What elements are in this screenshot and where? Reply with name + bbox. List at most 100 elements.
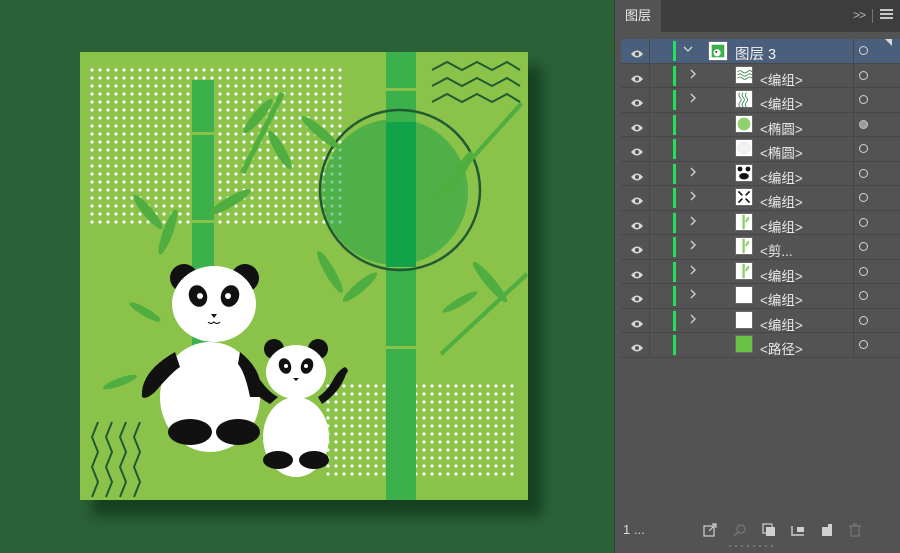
panda-illustration[interactable]: [80, 52, 528, 500]
layer-color-bar: [673, 261, 676, 282]
new-sublayer-icon[interactable]: [791, 523, 805, 537]
eye-icon[interactable]: [630, 71, 644, 82]
column-divider: [649, 210, 650, 234]
layer-color-bar: [673, 41, 676, 61]
eye-icon[interactable]: [630, 291, 644, 303]
eye-icon[interactable]: [630, 316, 644, 327]
column-divider: [853, 284, 854, 308]
target-circle-icon[interactable]: [859, 193, 868, 202]
resize-grip[interactable]: [729, 545, 779, 549]
sublayer-row[interactable]: <编组>: [621, 186, 900, 211]
target-circle-icon[interactable]: [859, 242, 868, 251]
column-divider: [649, 186, 650, 210]
layer-thumbnail: [735, 188, 753, 206]
collapse-panel-button[interactable]: >>: [853, 8, 866, 22]
layer-name[interactable]: <编组>: [760, 289, 803, 309]
layer-thumbnail: [735, 286, 753, 304]
layer-name[interactable]: 图层 3: [735, 43, 776, 64]
eye-icon[interactable]: [630, 242, 644, 254]
layer-name[interactable]: <编组>: [760, 191, 803, 211]
layer-name[interactable]: <椭圆>: [760, 142, 803, 162]
chevron-right-icon[interactable]: [688, 215, 698, 229]
target-circle-icon[interactable]: [859, 168, 868, 178]
layers-panel: 图层 >> 图层 3 <编组> <编组> <椭圆> <椭圆> <编组> <编组> <编组> <剪…: [614, 0, 900, 553]
sublayer-row[interactable]: <编组>: [621, 259, 900, 285]
tab-layers[interactable]: 图层: [615, 0, 661, 32]
eye-icon[interactable]: [630, 267, 644, 278]
sublayer-row[interactable]: <剪...: [621, 235, 900, 260]
sublayer-row[interactable]: <编组>: [621, 161, 900, 187]
panel-menu-icon[interactable]: [880, 9, 893, 20]
column-divider: [853, 235, 854, 259]
target-circle-icon[interactable]: [859, 266, 868, 276]
sublayer-row[interactable]: <路径>: [621, 333, 900, 358]
target-circle-icon[interactable]: [859, 340, 868, 349]
column-divider: [649, 88, 650, 112]
layer-name[interactable]: <编组>: [760, 93, 803, 113]
header-divider: [872, 9, 873, 23]
chevron-right-icon[interactable]: [688, 190, 698, 204]
new-layer-icon[interactable]: [820, 523, 834, 537]
chevron-down-icon[interactable]: [683, 43, 693, 57]
column-divider: [649, 259, 650, 283]
target-circle-icon[interactable]: [859, 119, 868, 129]
target-circle-icon[interactable]: [859, 217, 868, 227]
sublayer-row[interactable]: <编组>: [621, 210, 900, 236]
eye-icon[interactable]: [630, 218, 644, 229]
target-circle-icon[interactable]: [859, 315, 868, 325]
layer-name[interactable]: <编组>: [760, 216, 803, 236]
sublayer-row[interactable]: <编组>: [621, 284, 900, 309]
layer-thumbnail: [708, 41, 728, 61]
sublayer-row[interactable]: <编组>: [621, 88, 900, 113]
artboard[interactable]: [80, 52, 528, 500]
layer-color-bar: [673, 212, 676, 233]
column-divider: [853, 186, 854, 210]
sublayer-row[interactable]: <椭圆>: [621, 137, 900, 162]
chevron-right-icon[interactable]: [688, 239, 698, 253]
eye-icon[interactable]: [630, 120, 644, 131]
target-circle-icon[interactable]: [859, 291, 868, 300]
collect-export-icon[interactable]: [703, 523, 717, 537]
layer-name[interactable]: <路径>: [760, 338, 803, 358]
eye-icon[interactable]: [630, 144, 644, 156]
target-circle-icon[interactable]: [859, 70, 868, 80]
layer-thumbnail: [735, 65, 753, 84]
eye-icon[interactable]: [630, 193, 644, 205]
chevron-right-icon[interactable]: [688, 288, 698, 302]
locate-object-icon[interactable]: [733, 523, 747, 537]
layer-name[interactable]: <编组>: [760, 69, 803, 89]
eye-icon[interactable]: [630, 169, 644, 180]
column-divider: [853, 161, 854, 185]
layer-color-bar: [673, 65, 676, 86]
sublayer-row[interactable]: <编组>: [621, 308, 900, 334]
artboard-canvas[interactable]: [0, 0, 614, 553]
chevron-right-icon[interactable]: [688, 92, 698, 106]
trash-icon[interactable]: [848, 523, 862, 537]
layer-row-top[interactable]: 图层 3: [621, 39, 900, 64]
column-divider: [853, 333, 854, 357]
layer-name[interactable]: <椭圆>: [760, 118, 803, 138]
layer-name[interactable]: <剪...: [760, 240, 793, 260]
column-divider: [853, 88, 854, 112]
eye-icon[interactable]: [630, 46, 644, 58]
chevron-right-icon[interactable]: [688, 264, 698, 278]
make-clipping-mask-icon[interactable]: [762, 523, 776, 537]
eye-icon[interactable]: [630, 340, 644, 352]
column-divider: [853, 63, 854, 87]
target-circle-icon[interactable]: [859, 46, 868, 55]
sublayer-row[interactable]: <编组>: [621, 63, 900, 89]
layer-color-bar: [673, 139, 676, 159]
column-divider: [649, 112, 650, 136]
target-circle-icon[interactable]: [859, 144, 868, 153]
layer-name[interactable]: <编组>: [760, 314, 803, 334]
eye-icon[interactable]: [630, 95, 644, 107]
sublayer-row[interactable]: <椭圆>: [621, 112, 900, 138]
column-divider: [649, 137, 650, 161]
chevron-right-icon[interactable]: [688, 313, 698, 327]
target-circle-icon[interactable]: [859, 95, 868, 104]
chevron-right-icon[interactable]: [688, 166, 698, 180]
column-divider: [853, 308, 854, 332]
chevron-right-icon[interactable]: [688, 68, 698, 82]
layer-name[interactable]: <编组>: [760, 167, 803, 187]
layer-name[interactable]: <编组>: [760, 265, 803, 285]
